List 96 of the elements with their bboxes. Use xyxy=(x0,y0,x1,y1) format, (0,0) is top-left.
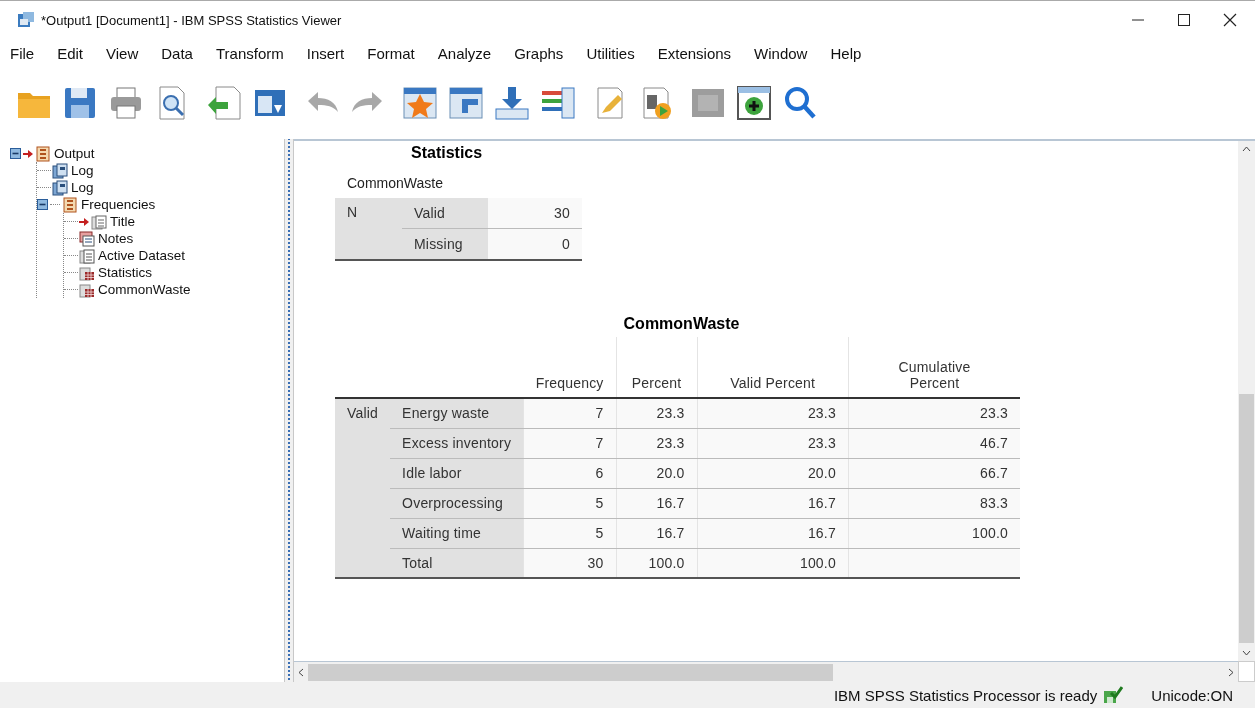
check-disk-icon xyxy=(1103,686,1124,704)
table-cell: 16.7 xyxy=(697,518,849,548)
table-cell: 66.7 xyxy=(848,458,1020,488)
table-cell: 5 xyxy=(523,488,617,518)
page-icon xyxy=(91,213,107,230)
row-label: Energy waste xyxy=(390,398,524,428)
outline-item[interactable]: CommonWaste xyxy=(98,281,191,298)
table-cell: 16.7 xyxy=(616,518,698,548)
table-cell: 5 xyxy=(523,518,617,548)
row-header: Valid xyxy=(335,398,391,578)
window-title: *Output1 [Document1] - IBM SPSS Statistics Viewer xyxy=(41,12,342,28)
column-header: Valid Percent xyxy=(730,375,816,391)
download-grid-icon[interactable] xyxy=(494,85,530,121)
vertical-scrollbar[interactable] xyxy=(1238,141,1255,661)
table-cell: 7 xyxy=(523,398,617,428)
column-header: Cumulative Percent xyxy=(897,359,972,391)
outline-item[interactable]: Statistics xyxy=(98,264,152,281)
table-cell: 23.3 xyxy=(616,428,698,458)
scroll-left-icon[interactable] xyxy=(298,667,304,677)
menu-item[interactable]: Format xyxy=(367,42,426,64)
menu-item[interactable]: File xyxy=(10,42,46,64)
row-header: N xyxy=(347,204,358,220)
table-cell: 83.3 xyxy=(848,488,1020,518)
menu-item[interactable]: Help xyxy=(830,42,873,64)
menu-item[interactable]: Extensions xyxy=(657,42,743,64)
row-label: Excess inventory xyxy=(390,428,524,458)
table-cell: 16.7 xyxy=(616,488,698,518)
scroll-down-icon[interactable] xyxy=(1242,650,1251,656)
table-cell: 30 xyxy=(523,548,617,578)
book-icon xyxy=(35,145,51,162)
app-icon xyxy=(17,11,35,29)
table-cell: 0 xyxy=(488,228,582,260)
plus-window-icon[interactable] xyxy=(736,85,772,121)
outline-item[interactable]: Log xyxy=(71,162,94,179)
collapse-toggle[interactable] xyxy=(37,199,48,210)
row-label: Missing xyxy=(402,228,488,260)
table-cell: 23.3 xyxy=(697,428,849,458)
book-icon xyxy=(62,196,78,213)
menu-item[interactable]: Window xyxy=(754,42,819,64)
page-arrow-icon[interactable] xyxy=(206,85,242,121)
collapse-toggle[interactable] xyxy=(10,148,21,159)
row-label: Valid xyxy=(402,198,488,229)
row-label: Idle labor xyxy=(390,458,524,488)
scrollbar-thumb[interactable] xyxy=(1239,394,1254,643)
menu-item[interactable]: Transform xyxy=(215,42,295,64)
row-label: Waiting time xyxy=(390,518,524,548)
table-title: Statistics xyxy=(411,144,484,162)
menu-item[interactable]: Graphs xyxy=(514,42,575,64)
menu-item[interactable]: Edit xyxy=(57,42,95,64)
table-cell: 23.3 xyxy=(848,398,1020,428)
outline-item[interactable]: Frequencies xyxy=(81,196,156,213)
log-icon xyxy=(52,162,68,179)
scrollbar-thumb[interactable] xyxy=(308,663,833,681)
printer-icon[interactable] xyxy=(108,85,144,121)
notes-icon xyxy=(79,230,95,247)
outline-item[interactable]: Title xyxy=(110,213,135,230)
table-cell: 16.7 xyxy=(697,488,849,518)
log-icon xyxy=(52,179,68,196)
splitter-handle[interactable] xyxy=(284,139,294,682)
table-subtitle: CommonWaste xyxy=(347,175,444,191)
column-header: Frequency xyxy=(535,375,604,391)
status-message: IBM SPSS Statistics Processor is ready xyxy=(833,686,1098,704)
table-cell: 20.0 xyxy=(697,458,849,488)
outline-item[interactable]: Output xyxy=(54,145,95,162)
column-header: Percent xyxy=(631,375,682,391)
table-cell: 7 xyxy=(523,428,617,458)
table-cell: 46.7 xyxy=(848,428,1020,458)
scroll-right-icon[interactable] xyxy=(1228,667,1234,677)
menu-item[interactable]: View xyxy=(106,42,150,64)
table-cell: 100.0 xyxy=(848,518,1020,548)
menu-item[interactable]: Insert xyxy=(306,42,356,64)
star-grid-icon[interactable] xyxy=(402,85,438,121)
scroll-up-icon[interactable] xyxy=(1242,146,1251,152)
search-icon[interactable] xyxy=(782,85,818,121)
row-label: Total xyxy=(390,548,524,578)
table-title: CommonWaste xyxy=(623,315,740,333)
table-cell: 100.0 xyxy=(697,548,849,578)
table-cell: 20.0 xyxy=(616,458,698,488)
size-grip xyxy=(1238,661,1255,682)
encoding-status: Unicode:ON xyxy=(1151,686,1233,704)
row-label: Overprocessing xyxy=(390,488,524,518)
table-cell: 100.0 xyxy=(616,548,698,578)
menu-item[interactable]: Data xyxy=(161,42,204,64)
outline-item[interactable]: Log xyxy=(71,179,94,196)
outline-item[interactable]: Notes xyxy=(98,230,134,247)
table-cell: 30 xyxy=(488,198,582,229)
table-cell: 23.3 xyxy=(697,398,849,428)
horizontal-scrollbar[interactable] xyxy=(294,661,1238,682)
table-cell: 6 xyxy=(523,458,617,488)
close-icon[interactable] xyxy=(1223,13,1237,27)
menu-item[interactable]: Analyze xyxy=(437,42,503,64)
maximize-icon[interactable] xyxy=(1177,13,1191,27)
outline-item[interactable]: Active Dataset xyxy=(98,247,186,264)
table-cell: 23.3 xyxy=(616,398,698,428)
list-grid-icon[interactable] xyxy=(540,85,576,121)
menu-item[interactable]: Utilities xyxy=(586,42,646,64)
